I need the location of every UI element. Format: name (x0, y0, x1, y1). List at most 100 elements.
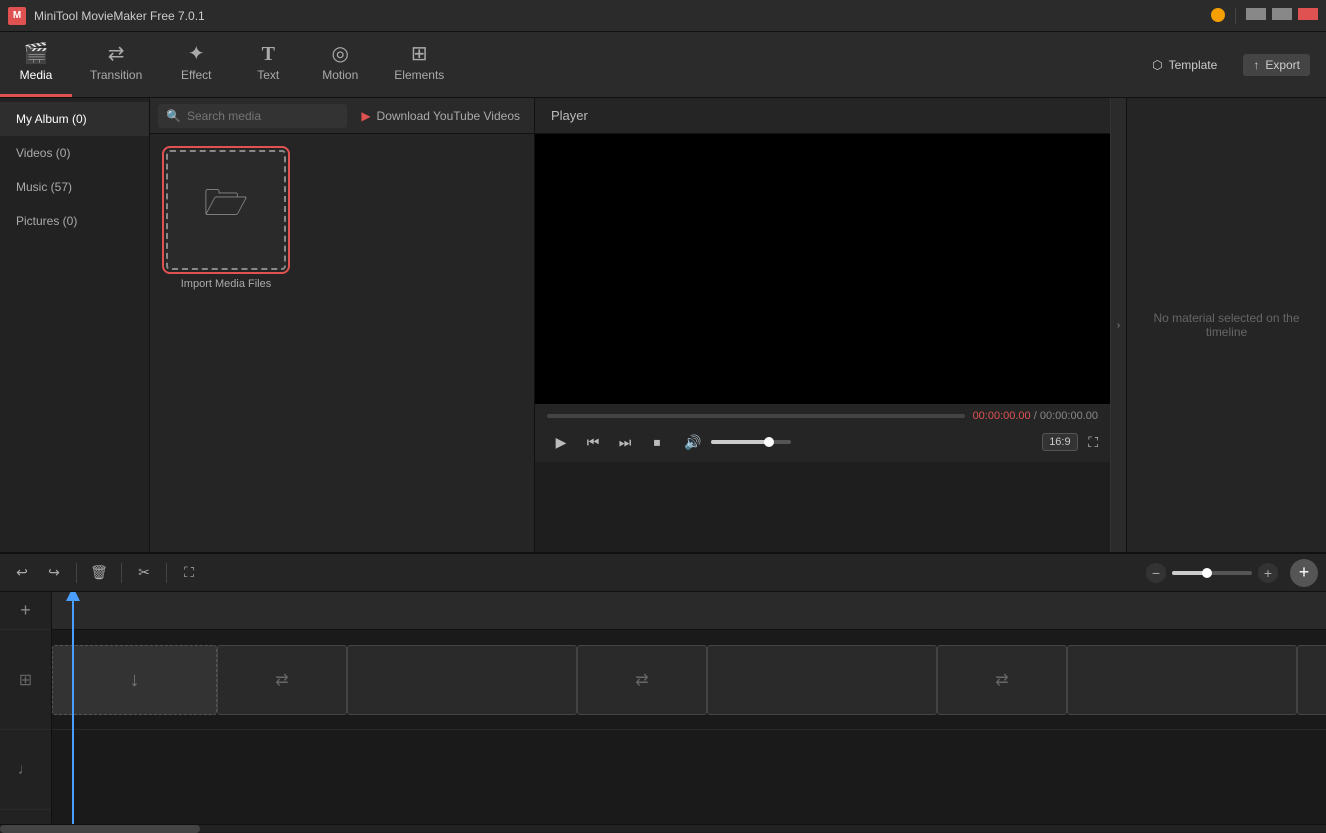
redo-button[interactable]: ↪ (40, 559, 68, 587)
skip-forward-button[interactable]: ⏭ (611, 428, 639, 456)
effect-icon: ✦ (188, 44, 205, 64)
timeline-toolbar: ↩ ↪ 🗑 ✂ ⛶ − + + (0, 554, 1326, 592)
search-input[interactable] (187, 109, 339, 123)
effect-label: Effect (181, 68, 211, 82)
play-button[interactable]: ▶ (547, 428, 575, 456)
app-content: My Album (0) Videos (0) Music (57) Pictu… (0, 98, 1326, 552)
media-toolbar: 🔍 ▶ Download YouTube Videos (150, 98, 534, 134)
timeline-clip-3[interactable] (707, 645, 937, 715)
search-icon: 🔍 (166, 109, 181, 123)
sidebar-item-videos[interactable]: Videos (0) (0, 136, 149, 170)
panel-toggle[interactable]: › (1110, 98, 1126, 552)
timeline-transition-4[interactable]: ⇄ (1297, 645, 1326, 715)
timeline-clip-4[interactable] (1067, 645, 1297, 715)
add-track-button[interactable]: + (0, 592, 51, 630)
transition-icon: ⇄ (108, 44, 125, 64)
stop-button[interactable]: ⏹ (643, 428, 671, 456)
app-icon: M (8, 7, 26, 25)
zoom-controls: − + + (1146, 559, 1318, 587)
main-toolbar: 🎬 Media ⇄ Transition ✦ Effect T Text ◎ M… (0, 32, 1326, 98)
timeline-ruler (52, 592, 1326, 630)
timeline-area: ↩ ↪ 🗑 ✂ ⛶ − + + + ⊞ ♩ (0, 552, 1326, 832)
volume-thumb (764, 437, 774, 447)
sidebar-videos-label: Videos (0) (16, 146, 70, 160)
app-title: MiniTool MovieMaker Free 7.0.1 (34, 9, 1211, 23)
skip-back-button[interactable]: ⏮ (579, 428, 607, 456)
progress-bar-container: 00:00:00.00 / 00:00:00.00 (547, 410, 1098, 422)
template-button[interactable]: ⬡ Template (1142, 54, 1227, 76)
zoom-slider[interactable] (1172, 571, 1252, 575)
player-header: Player (535, 98, 1110, 134)
toolbar-elements[interactable]: ⊞ Elements (376, 32, 462, 97)
timeline-transition-2[interactable]: ⇄ (577, 645, 707, 715)
timeline-tracks: + ⊞ ♩ ↓ ⇄ (0, 592, 1326, 824)
video-track: ↓ ⇄ ⇄ ⇄ ⇄ (52, 630, 1326, 730)
toolbar-transition[interactable]: ⇄ Transition (72, 32, 160, 97)
sidebar-item-my-album[interactable]: My Album (0) (0, 102, 149, 136)
volume-fill (711, 440, 767, 444)
video-track-label: ⊞ (0, 630, 51, 730)
pin-button[interactable] (1211, 8, 1225, 22)
sidebar-music-label: Music (57) (16, 180, 72, 194)
audio-track-icon: ♩ (18, 761, 34, 779)
volume-icon[interactable]: 🔊 (679, 428, 707, 456)
motion-icon: ◎ (332, 44, 349, 64)
close-button[interactable] (1298, 8, 1318, 20)
import-media-box[interactable]: 🗁 (166, 150, 286, 270)
titlebar-controls (1211, 8, 1318, 24)
timeline-import-clip[interactable]: ↓ (52, 645, 217, 715)
time-display: 00:00:00.00 / 00:00:00.00 (973, 410, 1098, 422)
undo-button[interactable]: ↩ (8, 559, 36, 587)
audio-track (52, 730, 1326, 810)
export-icon: ↑ (1253, 58, 1259, 72)
zoom-in-button[interactable]: + (1258, 563, 1278, 583)
elements-label: Elements (394, 68, 444, 82)
aspect-ratio-select[interactable]: 16:9 9:16 4:3 1:1 (1042, 433, 1078, 451)
video-track-icon: ⊞ (19, 670, 32, 690)
delete-button[interactable]: 🗑 (85, 559, 113, 587)
crop-button[interactable]: ⛶ (175, 559, 203, 587)
timeline-scrollbar[interactable] (0, 824, 1326, 832)
download-yt-label: Download YouTube Videos (377, 109, 520, 123)
playhead[interactable] (72, 592, 74, 824)
sidebar-item-pictures[interactable]: Pictures (0) (0, 204, 149, 238)
volume-slider[interactable] (711, 440, 791, 444)
player-title: Player (551, 108, 1094, 123)
titlebar: M MiniTool MovieMaker Free 7.0.1 (0, 0, 1326, 32)
timeline-transition-3[interactable]: ⇄ (937, 645, 1067, 715)
panel-toggle-icon: › (1117, 320, 1120, 331)
template-icon: ⬡ (1152, 58, 1162, 72)
minimize-button[interactable] (1246, 8, 1266, 20)
player-wrapper: Player 00:00:00.00 / 00:00:00.00 (535, 98, 1110, 552)
export-button[interactable]: ↑ Export (1243, 54, 1310, 76)
audio-track-label: ♩ (0, 730, 51, 810)
add-to-timeline-button[interactable]: + (1290, 559, 1318, 587)
transition-3-icon: ⇄ (995, 670, 1008, 690)
toolbar-media[interactable]: 🎬 Media (0, 32, 72, 97)
sidebar-pictures-label: Pictures (0) (16, 214, 77, 228)
cut-button[interactable]: ✂ (130, 559, 158, 587)
player-controls-area: 00:00:00.00 / 00:00:00.00 ▶ ⏮ ⏭ ⏹ 🔊 (535, 404, 1110, 462)
sidebar-item-music[interactable]: Music (57) (0, 170, 149, 204)
zoom-thumb (1202, 568, 1212, 578)
control-buttons: ▶ ⏮ ⏭ ⏹ 🔊 16:9 9:16 (547, 428, 1098, 456)
motion-label: Motion (322, 68, 358, 82)
toolbar-motion[interactable]: ◎ Motion (304, 32, 376, 97)
zoom-out-button[interactable]: − (1146, 563, 1166, 583)
aspect-ratio: 16:9 9:16 4:3 1:1 ⛶ (1042, 433, 1098, 451)
left-panel: My Album (0) Videos (0) Music (57) Pictu… (0, 98, 535, 552)
video-canvas (535, 134, 1110, 404)
timeline-clip-2[interactable] (347, 645, 577, 715)
no-material-text: No material selected on the timeline (1127, 98, 1326, 552)
progress-bar[interactable] (547, 414, 965, 418)
toolbar-effect[interactable]: ✦ Effect (160, 32, 232, 97)
toolbar-separator-1 (76, 563, 77, 583)
time-total: 00:00:00.00 (1040, 410, 1098, 422)
search-media-container[interactable]: 🔍 (158, 104, 347, 128)
maximize-button[interactable] (1272, 8, 1292, 20)
properties-panel: No material selected on the timeline (1126, 98, 1326, 552)
fullscreen-button[interactable]: ⛶ (1088, 434, 1098, 451)
timeline-transition-1[interactable]: ⇄ (217, 645, 347, 715)
toolbar-text[interactable]: T Text (232, 32, 304, 97)
download-youtube-button[interactable]: ▶ Download YouTube Videos (355, 109, 526, 123)
